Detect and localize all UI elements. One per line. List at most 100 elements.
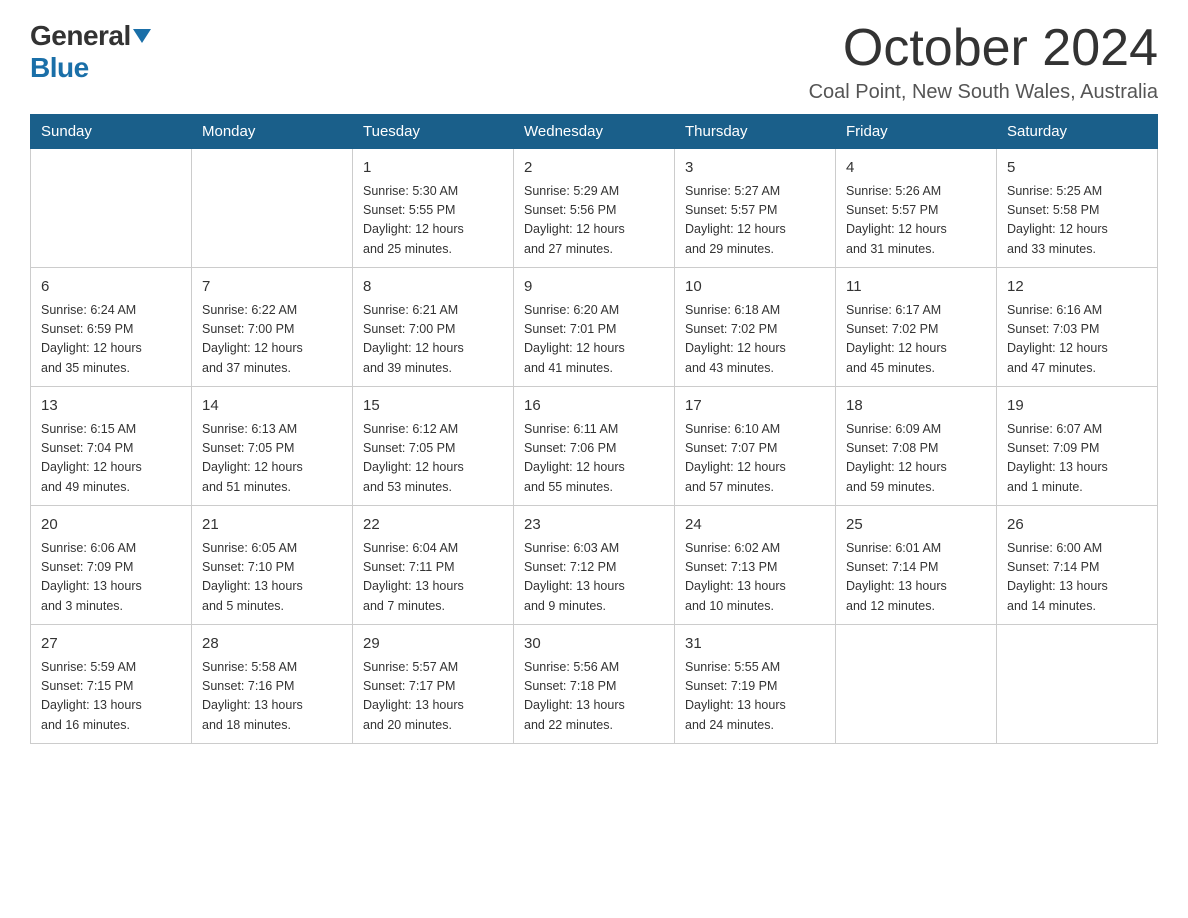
day-info: Sunrise: 5:58 AMSunset: 7:16 PMDaylight:…: [202, 658, 342, 736]
day-number: 28: [202, 633, 342, 656]
calendar-cell: 6Sunrise: 6:24 AMSunset: 6:59 PMDaylight…: [31, 268, 192, 387]
day-info: Sunrise: 5:26 AMSunset: 5:57 PMDaylight:…: [846, 182, 986, 260]
calendar-cell: 12Sunrise: 6:16 AMSunset: 7:03 PMDayligh…: [997, 268, 1158, 387]
day-info: Sunrise: 5:55 AMSunset: 7:19 PMDaylight:…: [685, 658, 825, 736]
logo-general-text: General: [30, 20, 131, 52]
week-row-3: 13Sunrise: 6:15 AMSunset: 7:04 PMDayligh…: [31, 387, 1158, 506]
day-number: 24: [685, 514, 825, 537]
day-info: Sunrise: 6:06 AMSunset: 7:09 PMDaylight:…: [41, 539, 181, 617]
day-number: 4: [846, 157, 986, 180]
month-title: October 2024: [809, 20, 1158, 77]
day-number: 1: [363, 157, 503, 180]
day-info: Sunrise: 6:21 AMSunset: 7:00 PMDaylight:…: [363, 301, 503, 379]
day-info: Sunrise: 6:01 AMSunset: 7:14 PMDaylight:…: [846, 539, 986, 617]
day-number: 16: [524, 395, 664, 418]
calendar-cell: 22Sunrise: 6:04 AMSunset: 7:11 PMDayligh…: [353, 506, 514, 625]
calendar-cell: 9Sunrise: 6:20 AMSunset: 7:01 PMDaylight…: [514, 268, 675, 387]
day-info: Sunrise: 5:56 AMSunset: 7:18 PMDaylight:…: [524, 658, 664, 736]
day-info: Sunrise: 6:17 AMSunset: 7:02 PMDaylight:…: [846, 301, 986, 379]
weekday-header-saturday: Saturday: [997, 115, 1158, 149]
day-info: Sunrise: 6:16 AMSunset: 7:03 PMDaylight:…: [1007, 301, 1147, 379]
calendar-cell: 18Sunrise: 6:09 AMSunset: 7:08 PMDayligh…: [836, 387, 997, 506]
day-number: 14: [202, 395, 342, 418]
day-number: 22: [363, 514, 503, 537]
calendar-cell: 14Sunrise: 6:13 AMSunset: 7:05 PMDayligh…: [192, 387, 353, 506]
title-area: October 2024 Coal Point, New South Wales…: [809, 20, 1158, 104]
week-row-5: 27Sunrise: 5:59 AMSunset: 7:15 PMDayligh…: [31, 625, 1158, 744]
day-info: Sunrise: 6:20 AMSunset: 7:01 PMDaylight:…: [524, 301, 664, 379]
calendar-cell: 16Sunrise: 6:11 AMSunset: 7:06 PMDayligh…: [514, 387, 675, 506]
calendar-cell: 17Sunrise: 6:10 AMSunset: 7:07 PMDayligh…: [675, 387, 836, 506]
day-number: 21: [202, 514, 342, 537]
week-row-4: 20Sunrise: 6:06 AMSunset: 7:09 PMDayligh…: [31, 506, 1158, 625]
day-info: Sunrise: 6:13 AMSunset: 7:05 PMDaylight:…: [202, 420, 342, 498]
calendar-cell: 1Sunrise: 5:30 AMSunset: 5:55 PMDaylight…: [353, 149, 514, 268]
calendar-cell: 25Sunrise: 6:01 AMSunset: 7:14 PMDayligh…: [836, 506, 997, 625]
day-number: 31: [685, 633, 825, 656]
logo-blue-text: Blue: [30, 52, 89, 83]
page-header: General Blue October 2024 Coal Point, Ne…: [30, 20, 1158, 104]
calendar-cell: 7Sunrise: 6:22 AMSunset: 7:00 PMDaylight…: [192, 268, 353, 387]
day-number: 9: [524, 276, 664, 299]
weekday-header-wednesday: Wednesday: [514, 115, 675, 149]
day-info: Sunrise: 6:02 AMSunset: 7:13 PMDaylight:…: [685, 539, 825, 617]
day-info: Sunrise: 6:12 AMSunset: 7:05 PMDaylight:…: [363, 420, 503, 498]
logo-triangle-icon: [133, 29, 151, 43]
day-number: 13: [41, 395, 181, 418]
calendar-cell: 19Sunrise: 6:07 AMSunset: 7:09 PMDayligh…: [997, 387, 1158, 506]
weekday-header-row: SundayMondayTuesdayWednesdayThursdayFrid…: [31, 115, 1158, 149]
day-number: 6: [41, 276, 181, 299]
day-info: Sunrise: 5:27 AMSunset: 5:57 PMDaylight:…: [685, 182, 825, 260]
week-row-2: 6Sunrise: 6:24 AMSunset: 6:59 PMDaylight…: [31, 268, 1158, 387]
day-info: Sunrise: 6:04 AMSunset: 7:11 PMDaylight:…: [363, 539, 503, 617]
day-number: 12: [1007, 276, 1147, 299]
day-number: 18: [846, 395, 986, 418]
weekday-header-thursday: Thursday: [675, 115, 836, 149]
day-number: 19: [1007, 395, 1147, 418]
day-number: 29: [363, 633, 503, 656]
calendar-cell: 8Sunrise: 6:21 AMSunset: 7:00 PMDaylight…: [353, 268, 514, 387]
day-number: 17: [685, 395, 825, 418]
calendar-table: SundayMondayTuesdayWednesdayThursdayFrid…: [30, 114, 1158, 744]
calendar-cell: [836, 625, 997, 744]
day-number: 11: [846, 276, 986, 299]
calendar-cell: 21Sunrise: 6:05 AMSunset: 7:10 PMDayligh…: [192, 506, 353, 625]
calendar-cell: 10Sunrise: 6:18 AMSunset: 7:02 PMDayligh…: [675, 268, 836, 387]
day-info: Sunrise: 5:59 AMSunset: 7:15 PMDaylight:…: [41, 658, 181, 736]
calendar-cell: 26Sunrise: 6:00 AMSunset: 7:14 PMDayligh…: [997, 506, 1158, 625]
weekday-header-sunday: Sunday: [31, 115, 192, 149]
day-number: 7: [202, 276, 342, 299]
week-row-1: 1Sunrise: 5:30 AMSunset: 5:55 PMDaylight…: [31, 149, 1158, 268]
day-info: Sunrise: 6:05 AMSunset: 7:10 PMDaylight:…: [202, 539, 342, 617]
day-number: 30: [524, 633, 664, 656]
day-number: 5: [1007, 157, 1147, 180]
day-info: Sunrise: 5:57 AMSunset: 7:17 PMDaylight:…: [363, 658, 503, 736]
calendar-cell: 31Sunrise: 5:55 AMSunset: 7:19 PMDayligh…: [675, 625, 836, 744]
day-number: 8: [363, 276, 503, 299]
day-info: Sunrise: 6:15 AMSunset: 7:04 PMDaylight:…: [41, 420, 181, 498]
calendar-cell: [31, 149, 192, 268]
calendar-cell: 5Sunrise: 5:25 AMSunset: 5:58 PMDaylight…: [997, 149, 1158, 268]
day-info: Sunrise: 6:07 AMSunset: 7:09 PMDaylight:…: [1007, 420, 1147, 498]
weekday-header-tuesday: Tuesday: [353, 115, 514, 149]
calendar-cell: 28Sunrise: 5:58 AMSunset: 7:16 PMDayligh…: [192, 625, 353, 744]
day-number: 2: [524, 157, 664, 180]
day-number: 20: [41, 514, 181, 537]
day-info: Sunrise: 6:09 AMSunset: 7:08 PMDaylight:…: [846, 420, 986, 498]
calendar-cell: 11Sunrise: 6:17 AMSunset: 7:02 PMDayligh…: [836, 268, 997, 387]
calendar-cell: 3Sunrise: 5:27 AMSunset: 5:57 PMDaylight…: [675, 149, 836, 268]
calendar-cell: 24Sunrise: 6:02 AMSunset: 7:13 PMDayligh…: [675, 506, 836, 625]
day-info: Sunrise: 5:29 AMSunset: 5:56 PMDaylight:…: [524, 182, 664, 260]
logo: General Blue: [30, 20, 151, 84]
day-info: Sunrise: 5:30 AMSunset: 5:55 PMDaylight:…: [363, 182, 503, 260]
day-number: 25: [846, 514, 986, 537]
calendar-cell: [997, 625, 1158, 744]
calendar-cell: 30Sunrise: 5:56 AMSunset: 7:18 PMDayligh…: [514, 625, 675, 744]
day-number: 26: [1007, 514, 1147, 537]
day-info: Sunrise: 6:11 AMSunset: 7:06 PMDaylight:…: [524, 420, 664, 498]
calendar-cell: 4Sunrise: 5:26 AMSunset: 5:57 PMDaylight…: [836, 149, 997, 268]
calendar-cell: [192, 149, 353, 268]
day-info: Sunrise: 6:24 AMSunset: 6:59 PMDaylight:…: [41, 301, 181, 379]
location-subtitle: Coal Point, New South Wales, Australia: [809, 81, 1158, 104]
day-number: 23: [524, 514, 664, 537]
